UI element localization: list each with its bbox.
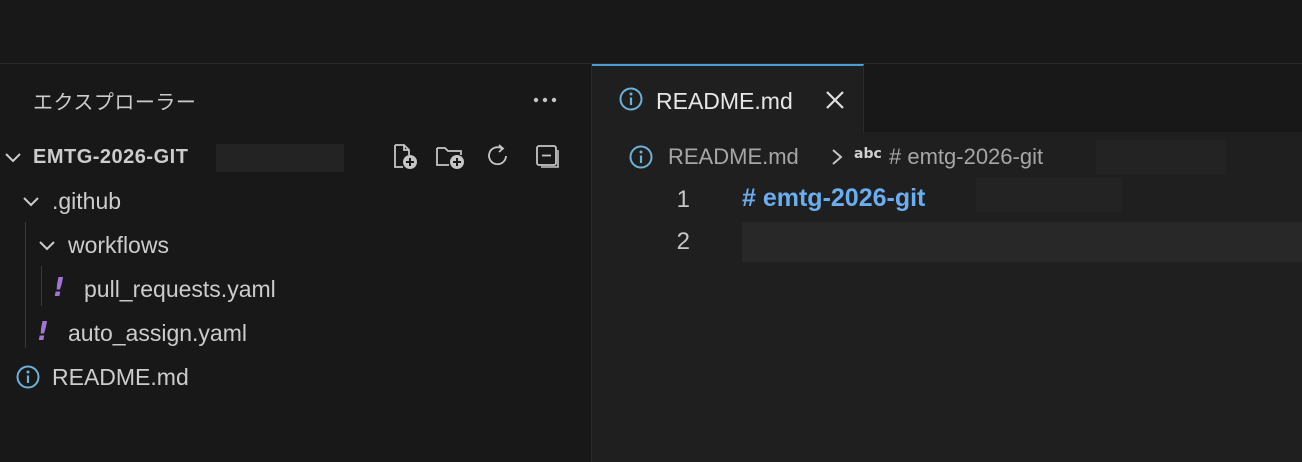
tree-item-pull-requests-yaml[interactable]: ! pull_requests.yaml <box>0 268 591 308</box>
current-line-highlight <box>742 222 1302 262</box>
yaml-icon: ! <box>53 273 65 303</box>
new-folder-icon <box>436 147 464 169</box>
title-bar <box>0 0 1302 64</box>
tree-item-label: README.md <box>52 364 189 390</box>
workspace-folder-row[interactable]: EMTG-2026-GIT <box>0 140 591 174</box>
tree-item-readme[interactable]: README.md <box>0 356 591 396</box>
line-number: 2 <box>676 228 690 255</box>
close-icon[interactable] <box>822 87 848 113</box>
tab-bar: README.md <box>592 64 1302 132</box>
info-icon <box>629 145 653 169</box>
redacted-area <box>1096 140 1226 174</box>
explorer-title: エクスプローラー <box>33 92 197 114</box>
tree-item-workflows-folder[interactable]: workflows <box>0 224 591 264</box>
refresh-button[interactable] <box>482 140 514 172</box>
tree-item-github-folder[interactable]: .github <box>0 180 591 220</box>
string-symbol-icon: abc <box>854 146 882 162</box>
info-icon <box>619 87 643 111</box>
tab-label: README.md <box>656 88 793 114</box>
line-number: 1 <box>676 186 690 213</box>
collapse-all-icon <box>536 145 559 168</box>
code-line-1[interactable]: # emtg-2026-git <box>742 184 925 213</box>
tree-item-label: auto_assign.yaml <box>68 320 247 346</box>
collapse-all-button[interactable] <box>530 140 562 172</box>
breadcrumb: README.md abc # emtg-2026-git <box>592 132 1302 182</box>
ellipsis-icon[interactable] <box>530 88 560 112</box>
redacted-area <box>976 178 1122 212</box>
tree-item-label: workflows <box>68 232 169 258</box>
tree-item-auto-assign-yaml[interactable]: ! auto_assign.yaml <box>0 312 591 352</box>
yaml-icon: ! <box>37 317 49 347</box>
tree-item-label: .github <box>52 188 122 214</box>
chevron-down-icon <box>39 241 55 251</box>
tab-readme[interactable]: README.md <box>592 64 864 132</box>
new-file-icon <box>394 144 417 169</box>
tree-item-label: pull_requests.yaml <box>84 276 276 302</box>
workspace-name: EMTG-2026-GIT <box>33 146 189 168</box>
breadcrumb-heading[interactable]: # emtg-2026-git <box>889 144 1043 170</box>
breadcrumb-file[interactable]: README.md <box>668 144 799 170</box>
redacted-area <box>216 144 344 172</box>
chevron-down-icon <box>5 153 21 163</box>
editor-area: README.md README.md abc # emtg-2026-git … <box>592 64 1302 462</box>
chevron-right-icon <box>832 149 843 165</box>
new-folder-button[interactable] <box>434 140 466 172</box>
explorer-sidebar: エクスプローラー EMTG-2026-GIT .github workflows… <box>0 64 592 462</box>
refresh-icon <box>488 144 507 166</box>
new-file-button[interactable] <box>388 140 420 172</box>
chevron-down-icon <box>23 197 39 207</box>
info-icon <box>16 365 40 389</box>
